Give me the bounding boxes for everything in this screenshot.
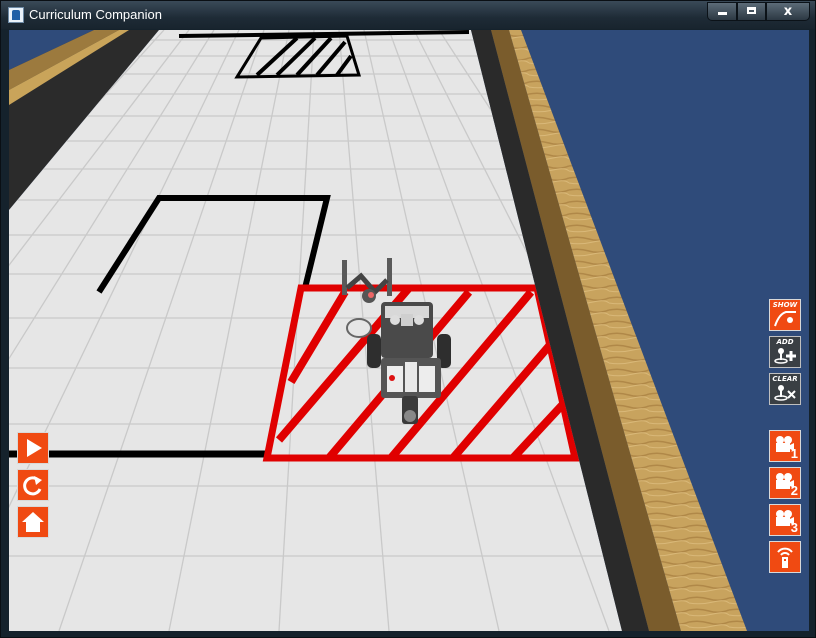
- camera-2-button[interactable]: 2: [769, 467, 801, 499]
- camera-3-label: 3: [790, 520, 798, 535]
- app-window: Curriculum Companion x SHOW ADD CLEAR 1 …: [0, 0, 816, 638]
- camera-3-button[interactable]: 3: [769, 504, 801, 536]
- clear-marker-icon: [774, 385, 796, 401]
- camera-1-label: 1: [790, 446, 798, 461]
- play-icon: [27, 439, 42, 457]
- camera-2-label: 2: [790, 483, 798, 498]
- window-title: Curriculum Companion: [29, 7, 162, 22]
- reset-button[interactable]: [17, 469, 49, 501]
- scene-canvas: [9, 30, 809, 631]
- remote-control-icon: [777, 547, 793, 568]
- home-button[interactable]: [17, 506, 49, 538]
- show-path-button[interactable]: SHOW: [769, 299, 801, 331]
- home-icon: [22, 512, 44, 532]
- close-icon: x: [783, 4, 793, 19]
- 3d-viewport[interactable]: SHOW ADD CLEAR 1 2 3: [9, 30, 809, 631]
- remote-control-button[interactable]: [769, 541, 801, 573]
- maximize-button[interactable]: [737, 2, 766, 21]
- minimize-button[interactable]: [707, 2, 737, 21]
- title-bar[interactable]: Curriculum Companion x: [1, 1, 815, 29]
- show-path-icon: [774, 311, 796, 327]
- clear-marker-button[interactable]: CLEAR: [769, 373, 801, 405]
- reset-icon: [23, 476, 42, 496]
- add-marker-icon: [774, 348, 796, 364]
- close-button[interactable]: x: [766, 2, 810, 21]
- play-button[interactable]: [17, 432, 49, 464]
- app-icon: [8, 7, 24, 23]
- camera-1-button[interactable]: 1: [769, 430, 801, 462]
- add-marker-button[interactable]: ADD: [769, 336, 801, 368]
